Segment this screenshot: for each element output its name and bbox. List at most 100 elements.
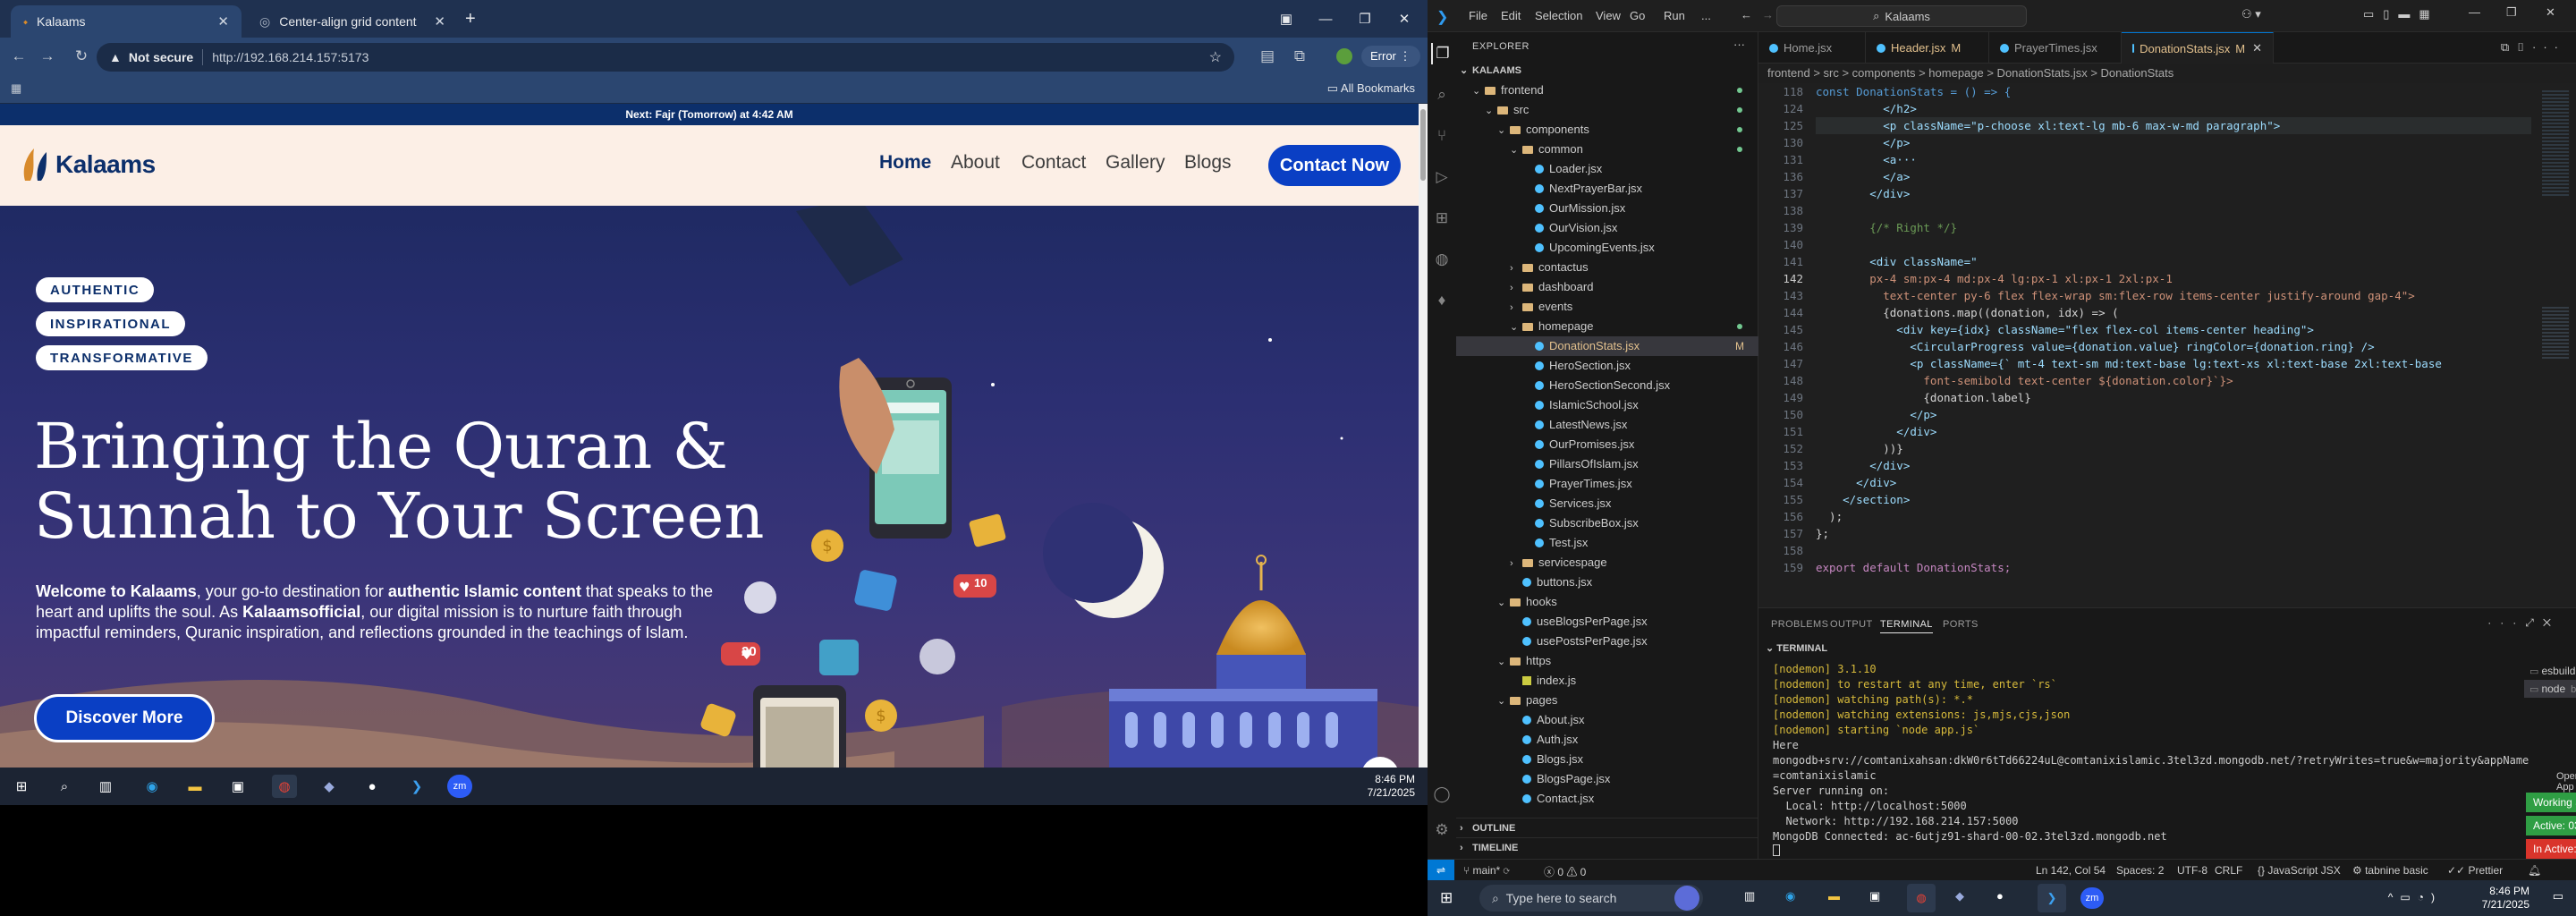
vscode-icon[interactable]: ❯ — [404, 775, 429, 798]
notifications-icon[interactable]: 🔔︎ — [2528, 864, 2541, 877]
code-line[interactable]: export default DonationStats; — [1816, 559, 2531, 576]
back-icon[interactable]: ← — [7, 46, 30, 67]
terminal-output[interactable]: [nodemon] 3.1.10 [nodemon] to restart at … — [1773, 662, 2529, 844]
tree-file[interactable]: OurPromises.jsx — [1456, 435, 1758, 454]
code-line[interactable]: <a··· — [1816, 151, 2531, 168]
code-line[interactable]: <div key={idx} className="flex flex-col … — [1816, 321, 2531, 338]
tree-file[interactable]: HeroSection.jsx — [1456, 356, 1758, 376]
tab-donationstats-jsx[interactable]: DonationStats.jsx M ✕ — [2122, 32, 2274, 64]
windows-start-icon[interactable]: ⊞ — [9, 775, 34, 798]
terminal-instance[interactable]: ▭ node backend — [2524, 680, 2576, 698]
tree-file[interactable]: OurMission.jsx — [1456, 199, 1758, 218]
vscode-icon[interactable]: ❯ — [2038, 884, 2066, 912]
menu-view[interactable]: View — [1596, 9, 1621, 22]
nav-gallery[interactable]: Gallery — [1106, 152, 1165, 174]
nav-contact[interactable]: Contact — [1021, 152, 1086, 174]
code-line[interactable]: </p> — [1816, 406, 2531, 423]
outline-section[interactable]: › OUTLINE — [1456, 818, 1758, 837]
reload-icon[interactable]: ↻ — [70, 46, 93, 67]
maximize-icon[interactable]: ❐ — [1345, 5, 1385, 32]
puzzle-icon[interactable]: ⧉ — [1288, 46, 1311, 67]
discover-more-button[interactable]: Discover More — [34, 694, 215, 742]
task-view-icon[interactable]: ▥ — [93, 775, 118, 798]
tree-folder[interactable]: › events — [1456, 297, 1758, 317]
tree-folder[interactable]: ⌄ src — [1456, 100, 1758, 120]
working-status-badge[interactable]: Working Status: Active — [2526, 793, 2576, 812]
code-line[interactable]: }; — [1816, 525, 2531, 542]
breadcrumb[interactable]: frontend > src > components > homepage >… — [1758, 64, 2576, 83]
menu-go[interactable]: Go — [1630, 9, 1645, 22]
extension-icon[interactable]: ▤ — [1256, 46, 1279, 67]
panel-actions-icons[interactable]: ···⤢✕ — [2487, 616, 2560, 630]
close-tab-icon[interactable]: ✕ — [217, 13, 229, 30]
minimize-icon[interactable]: — — [2469, 5, 2480, 19]
tree-file[interactable]: LatestNews.jsx — [1456, 415, 1758, 435]
line-endings[interactable]: CRLF — [2215, 864, 2242, 877]
tree-file[interactable]: buttons.jsx — [1456, 572, 1758, 592]
tree-file[interactable]: Auth.jsx — [1456, 730, 1758, 750]
code-line[interactable]: {donation.label} — [1816, 389, 2531, 406]
taskbar-search[interactable]: ⌕ Type here to search — [1479, 885, 1703, 912]
tree-file[interactable]: Blogs.jsx — [1456, 750, 1758, 769]
contact-now-button[interactable]: Contact Now — [1268, 145, 1401, 186]
code-line[interactable] — [1816, 542, 2531, 559]
tree-file[interactable]: usePostsPerPage.jsx — [1456, 632, 1758, 651]
code-line[interactable]: </section> — [1816, 491, 2531, 508]
code-line[interactable]: <p className="p-choose xl:text-lg mb-6 m… — [1816, 117, 2531, 134]
tab-terminal[interactable]: TERMINAL — [1880, 619, 1933, 633]
nav-forward-icon[interactable]: → — [1762, 8, 1774, 21]
tree-file[interactable]: PillarsOfIslam.jsx — [1456, 454, 1758, 474]
task-view-icon[interactable]: ▥ — [1744, 889, 1755, 903]
code-line[interactable]: {donations.map((donation, idx) => ( — [1816, 304, 2531, 321]
tree-file[interactable]: Services.jsx — [1456, 494, 1758, 513]
tree-file[interactable]: Loader.jsx — [1456, 159, 1758, 179]
code-line[interactable]: </div> — [1816, 474, 2531, 491]
maximize-icon[interactable]: ❐ — [2506, 5, 2517, 20]
app-icon[interactable]: ◆ — [1955, 889, 1964, 903]
more-actions-icon[interactable]: ··· — [1733, 38, 1745, 51]
github-icon[interactable]: ● — [360, 775, 385, 798]
windows-start-icon[interactable]: ⊞ — [1440, 889, 1453, 907]
search-icon[interactable]: ⌕ — [1431, 84, 1453, 106]
source-control-icon[interactable]: ⑂ — [1431, 125, 1453, 147]
tab-header-jsx[interactable]: Header.jsx M — [1866, 32, 1989, 64]
tree-file[interactable]: About.jsx — [1456, 710, 1758, 730]
avatar[interactable] — [1336, 48, 1352, 64]
menu-file[interactable]: File — [1469, 9, 1487, 22]
minimap[interactable] — [2537, 83, 2576, 607]
tabnine-status[interactable]: ⚙ tabnine basic — [2352, 864, 2428, 877]
tab-kalaams[interactable]: ⬩ Kalaams ✕ — [11, 5, 242, 38]
search-icon[interactable]: ⌕ — [52, 775, 77, 798]
code-line[interactable]: px-4 sm:px-4 md:px-4 lg:px-1 xl:px-1 2xl… — [1816, 270, 2531, 287]
code-line[interactable]: </p> — [1816, 134, 2531, 151]
file-explorer-icon[interactable]: ▬ — [182, 775, 208, 798]
account-icon[interactable]: ◯ — [1431, 784, 1453, 805]
code-line[interactable]: <p className={` mt-4 text-sm md:text-bas… — [1816, 355, 2531, 372]
page-scrollbar[interactable] — [1419, 104, 1428, 768]
widgets-icon[interactable] — [1674, 886, 1699, 911]
tree-folder[interactable]: ⌄ pages — [1456, 691, 1758, 710]
code-line[interactable]: </h2> — [1816, 100, 2531, 117]
zoom-icon[interactable]: zm — [447, 775, 472, 798]
tree-file[interactable]: Contact.jsx — [1456, 789, 1758, 809]
code-line[interactable]: </div> — [1816, 457, 2531, 474]
problems-status[interactable]: ⓧ 0 ⚠ 0 — [1544, 864, 1586, 879]
tree-folder[interactable]: ⌄ homepage — [1456, 317, 1758, 336]
tree-file[interactable]: OurVision.jsx — [1456, 218, 1758, 238]
tree-folder[interactable]: ⌄ https — [1456, 651, 1758, 671]
terminal-instance[interactable]: ▭ esbuildfrontend — [2524, 662, 2576, 680]
address-bar[interactable]: ▲ Not secure http://192.168.214.157:5173… — [97, 43, 1234, 72]
github-icon[interactable]: ◍ — [1431, 249, 1453, 270]
language-mode[interactable]: {} JavaScript JSX — [2258, 864, 2341, 877]
close-window-icon[interactable]: ✕ — [1385, 5, 1424, 32]
tree-folder[interactable]: ⌄ components — [1456, 120, 1758, 140]
extensions-icon[interactable]: ⊞ — [1431, 208, 1453, 229]
edge-icon[interactable]: ◉ — [1785, 889, 1795, 903]
tree-file[interactable]: HeroSectionSecond.jsx — [1456, 376, 1758, 395]
code-line[interactable]: font-semibold text-center ${donation.col… — [1816, 372, 2531, 389]
nav-blogs[interactable]: Blogs — [1184, 152, 1232, 174]
star-icon[interactable]: ☆ — [1209, 48, 1222, 66]
open-app-link[interactable]: Open App — [2556, 771, 2576, 793]
tree-folder[interactable]: › contactus — [1456, 258, 1758, 277]
tree-file[interactable]: BlogsPage.jsx — [1456, 769, 1758, 789]
